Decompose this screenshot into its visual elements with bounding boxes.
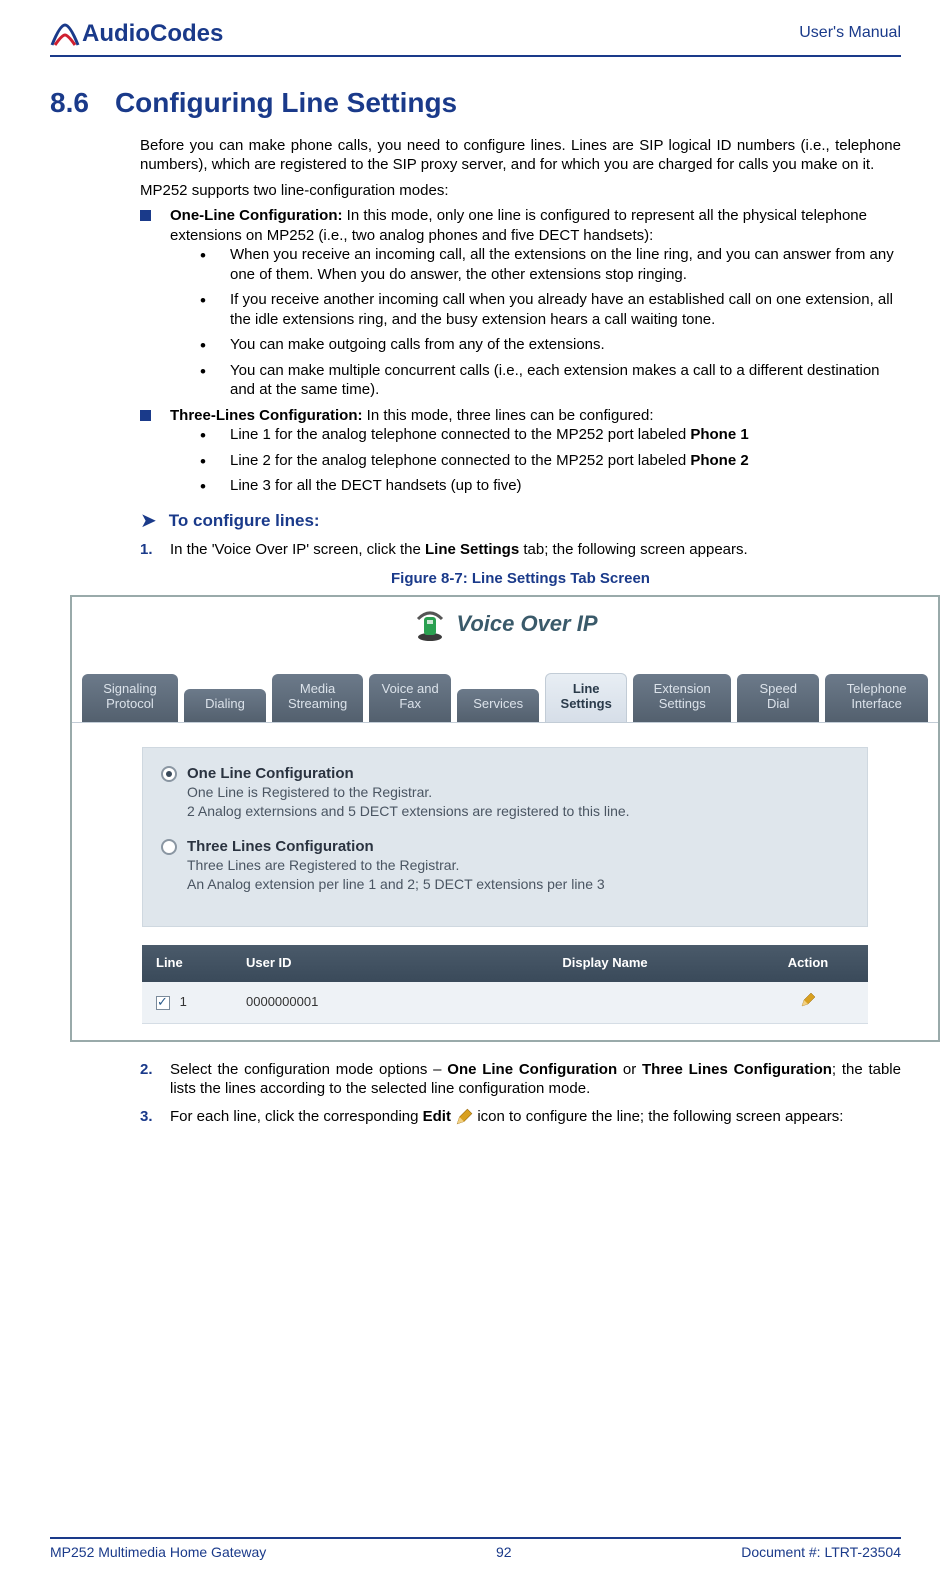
figure-caption: Figure 8-7: Line Settings Tab Screen <box>140 569 901 589</box>
header-doc-title: User's Manual <box>799 23 901 44</box>
section-heading: 8.6 Configuring Line Settings <box>50 85 901 121</box>
mode-three-desc: In this mode, three lines can be configu… <box>363 407 654 424</box>
col-header-user-id: User ID <box>232 945 462 982</box>
line-enabled-checkbox[interactable] <box>156 996 170 1010</box>
line-number: 1 <box>180 994 187 1009</box>
mode-three-title: Three-Lines Configuration: <box>170 407 363 424</box>
screenshot-title-text: Voice Over IP <box>456 610 597 639</box>
radio-one-line-desc: One Line is Registered to the Registrar.… <box>187 783 630 821</box>
footer-page-number: 92 <box>496 1543 512 1561</box>
col-header-display-name: Display Name <box>462 945 748 982</box>
step-3: For each line, click the corresponding E… <box>140 1107 901 1127</box>
mode-one-line: One-Line Configuration: In this mode, on… <box>140 206 901 400</box>
chevron-right-icon: ➤ <box>140 511 157 531</box>
radio-one-line[interactable]: One Line Configuration One Line is Regis… <box>161 764 849 821</box>
radio-three-lines[interactable]: Three Lines Configuration Three Lines ar… <box>161 837 849 894</box>
page-footer: MP252 Multimedia Home Gateway 92 Documen… <box>50 1537 901 1561</box>
table-row: 1 0000000001 <box>142 982 868 1024</box>
tab-voice-and-fax[interactable]: Voice and Fax <box>369 674 451 722</box>
screenshot-title: Voice Over IP <box>72 597 938 673</box>
step-1: In the 'Voice Over IP' screen, click the… <box>140 540 901 560</box>
mode-three-bullet: Line 3 for all the DECT handsets (up to … <box>200 476 901 496</box>
intro-paragraph-1: Before you can make phone calls, you nee… <box>140 136 901 175</box>
table-header: Line User ID Display Name Action <box>142 945 868 982</box>
tab-extension-settings[interactable]: Extension Settings <box>633 674 731 722</box>
mode-one-bullet: You can make multiple concurrent calls (… <box>200 361 901 400</box>
radio-icon[interactable] <box>161 839 177 855</box>
mode-three-bullet: Line 1 for the analog telephone connecte… <box>200 425 901 445</box>
footer-doc-number: Document #: LTRT-23504 <box>741 1543 901 1561</box>
mode-one-bullet: When you receive an incoming call, all t… <box>200 245 901 284</box>
mode-three-lines: Three-Lines Configuration: In this mode,… <box>140 406 901 496</box>
config-mode-panel: One Line Configuration One Line is Regis… <box>142 747 868 928</box>
tab-services[interactable]: Services <box>457 689 539 722</box>
brand-name: AudioCodes <box>82 18 223 49</box>
col-header-action: Action <box>748 945 868 982</box>
radio-icon[interactable] <box>161 766 177 782</box>
tab-signaling-protocol[interactable]: Signaling Protocol <box>82 674 178 722</box>
tab-row: Signaling Protocol Dialing Media Streami… <box>72 673 938 723</box>
tab-media-streaming[interactable]: Media Streaming <box>272 674 363 722</box>
cell-display-name <box>462 992 748 1012</box>
radio-one-line-label: One Line Configuration <box>187 764 630 784</box>
procedure-title: To configure lines: <box>169 510 320 532</box>
tab-dialing[interactable]: Dialing <box>184 689 266 722</box>
tab-telephone-interface[interactable]: Telephone Interface <box>825 674 928 722</box>
section-title: Configuring Line Settings <box>115 85 457 121</box>
edit-icon[interactable] <box>800 992 816 1008</box>
pencil-icon <box>455 1108 473 1126</box>
section-number: 8.6 <box>50 85 89 121</box>
radio-three-lines-label: Three Lines Configuration <box>187 837 605 857</box>
mode-one-bullet: If you receive another incoming call whe… <box>200 290 901 329</box>
mode-one-bullet: You can make outgoing calls from any of … <box>200 335 901 355</box>
mode-one-title: One-Line Configuration: <box>170 207 342 224</box>
lines-table: Line User ID Display Name Action 1 00000… <box>142 945 868 1024</box>
tab-speed-dial[interactable]: Speed Dial <box>737 674 819 722</box>
mode-three-bullet: Line 2 for the analog telephone connecte… <box>200 451 901 471</box>
col-header-line: Line <box>142 945 232 982</box>
radio-three-lines-desc: Three Lines are Registered to the Regist… <box>187 856 605 894</box>
footer-left: MP252 Multimedia Home Gateway <box>50 1543 266 1561</box>
line-settings-screenshot: Voice Over IP Signaling Protocol Dialing… <box>70 595 940 1042</box>
page-header: AudioCodes User's Manual <box>50 18 901 57</box>
brand-logo: AudioCodes <box>50 18 223 49</box>
step-2: Select the configuration mode options – … <box>140 1060 901 1099</box>
intro-paragraph-2: MP252 supports two line-configuration mo… <box>140 181 901 201</box>
phone-icon <box>412 607 448 643</box>
cell-user-id: 0000000001 <box>232 984 462 1021</box>
tab-line-settings[interactable]: Line Settings <box>545 673 627 722</box>
logo-icon <box>50 21 80 47</box>
procedure-heading: ➤ To configure lines: <box>140 510 901 532</box>
